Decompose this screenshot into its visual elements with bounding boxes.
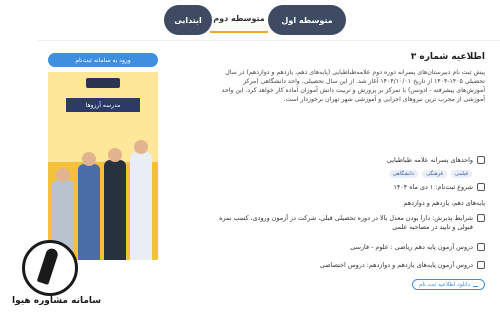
watermark-text: سامانه مشاوره هیوا — [12, 296, 102, 306]
exam-10-text: دروس آزمون پایه دهم ریاضی : علوم - فارسی — [350, 243, 473, 251]
tag-badge: فیلمی — [450, 170, 472, 178]
download-label: دانلود اطلاعیه ثبت نام — [419, 281, 470, 288]
tag-badge: فرهنگی — [422, 170, 447, 178]
book-icon — [477, 243, 485, 251]
units-label: واحدهای پسرانه علامه طباطبایی — [386, 156, 473, 164]
calendar-icon — [477, 183, 485, 191]
tab-motavasete-aval[interactable]: متوسطه اول — [268, 5, 346, 35]
announcement-title: اطلاعیه شماره ۳ — [410, 52, 485, 62]
start-date-label: شروع ثبت‌نام: ۱ دی ماه ۱۴۰۴ — [393, 183, 473, 191]
conditions-text: شرایط پذیرش: دارا بودن معدل بالا در دوره… — [219, 214, 473, 231]
book-icon — [477, 261, 485, 269]
person-figure — [130, 140, 152, 260]
exam-11-12-text: دروس آزمون پایه‌های یازدهم و دوازدهم: در… — [319, 261, 473, 269]
register-button[interactable]: ورود به سامانه ثبت‌نام — [48, 53, 158, 67]
poster-banner: مدرسه آرزوها — [66, 98, 140, 112]
exam-10-row: دروس آزمون پایه دهم ریاضی : علوم - فارسی — [350, 243, 485, 251]
exam-11-12-row: دروس آزمون پایه‌های یازدهم و دوازدهم: در… — [320, 261, 485, 269]
tag-badge: دانشگاهی — [388, 170, 419, 178]
conditions-row: شرایط پذیرش: دارا بودن معدل بالا در دوره… — [217, 214, 485, 232]
school-poster: مدرسه آرزوها — [48, 72, 158, 260]
grade-tabs: متوسطه اول متوسطه دوم ابتدایی — [0, 0, 500, 40]
tag-list: فیلمی فرهنگی دانشگاهی — [388, 170, 472, 178]
checklist-icon — [477, 214, 485, 222]
tab-ebtedaei[interactable]: ابتدایی — [164, 5, 212, 35]
announcement-description: پیش ثبت نام دبیرستان‌های پسرانه دوره دوم… — [221, 69, 485, 103]
grades-row: پایه‌های دهم، یازدهم و دوازدهم — [403, 199, 485, 207]
tab-motavasete-dovom[interactable]: متوسطه دوم — [210, 5, 268, 33]
building-icon — [477, 156, 485, 164]
download-announcement-button[interactable]: دانلود اطلاعیه ثبت نام — [412, 279, 485, 290]
units-row: واحدهای پسرانه علامه طباطبایی — [387, 156, 485, 164]
start-date-row: شروع ثبت‌نام: ۱ دی ماه ۱۴۰۴ — [393, 183, 485, 191]
person-figure — [78, 152, 100, 260]
person-figure — [104, 148, 126, 260]
school-logo — [86, 78, 120, 88]
download-icon — [473, 282, 478, 287]
grades-label: پایه‌های دهم، یازدهم و دوازدهم — [403, 199, 485, 207]
